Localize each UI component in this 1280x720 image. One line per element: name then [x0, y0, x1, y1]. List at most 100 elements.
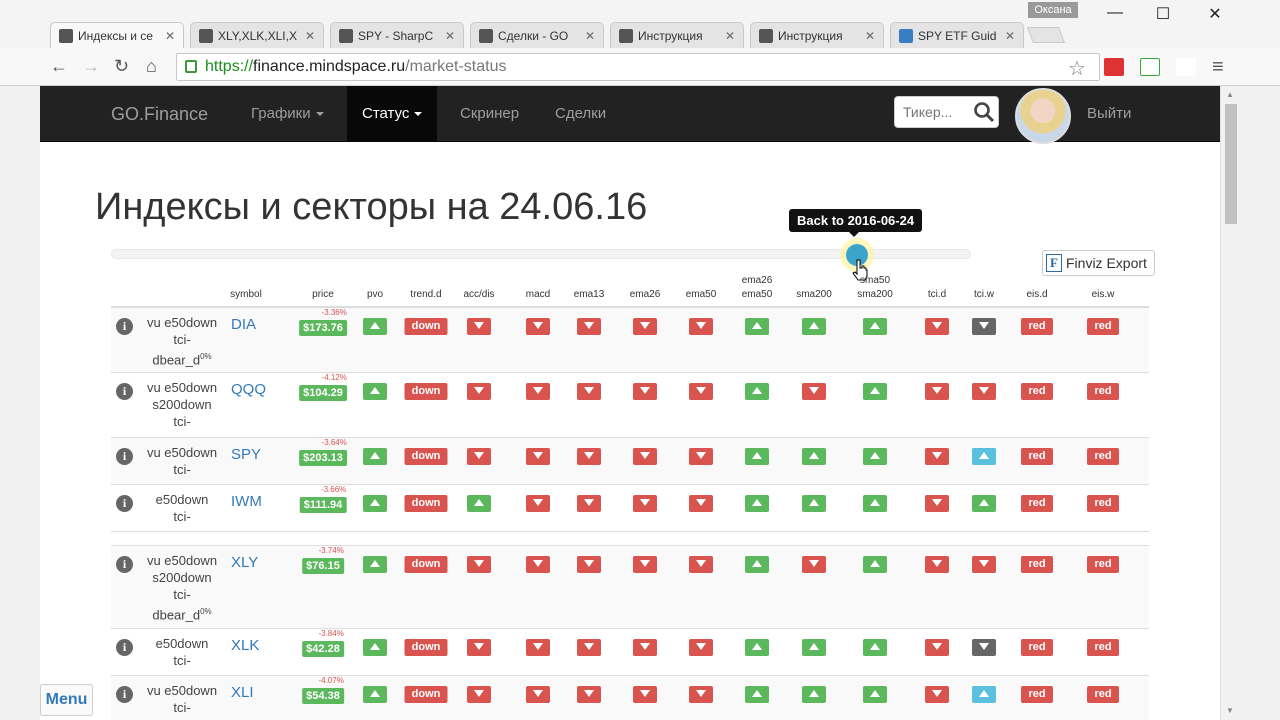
- arrow-down-badge: [467, 383, 491, 400]
- info-icon[interactable]: i: [116, 495, 133, 512]
- info-icon[interactable]: i: [116, 318, 133, 335]
- arrow-up-badge: [363, 448, 387, 465]
- maximize-icon[interactable]: ☐: [1148, 4, 1178, 24]
- column-header[interactable]: acc/dis: [463, 288, 494, 302]
- triangle-down-icon: [640, 690, 650, 698]
- tab-close-icon[interactable]: ✕: [585, 29, 595, 43]
- arrow-up-badge: [363, 639, 387, 656]
- extension-chart-icon[interactable]: [1140, 58, 1160, 76]
- arrow-down-badge: [467, 448, 491, 465]
- menu-hamburger-icon[interactable]: ≡: [1212, 56, 1224, 79]
- price-badge: $173.76: [299, 320, 347, 336]
- tab-close-icon[interactable]: ✕: [305, 29, 315, 43]
- triangle-up-icon: [370, 386, 380, 394]
- symbol-link[interactable]: DIA: [231, 316, 256, 333]
- nav-charts[interactable]: Графики: [236, 86, 339, 142]
- close-window-icon[interactable]: ✕: [1200, 4, 1230, 24]
- column-header[interactable]: trend.d: [410, 288, 441, 302]
- browser-tab[interactable]: XLY,XLK,XLI,X ✕: [190, 22, 324, 48]
- triangle-down-icon: [584, 560, 594, 568]
- date-slider[interactable]: [111, 249, 971, 259]
- nav-deals[interactable]: Сделки: [540, 86, 621, 142]
- column-header[interactable]: macd: [526, 288, 550, 302]
- eis-red-badge: red: [1021, 686, 1053, 703]
- browser-tab[interactable]: SPY - SharpC ✕: [330, 22, 464, 48]
- tab-close-icon[interactable]: ✕: [865, 29, 875, 43]
- triangle-up-icon: [979, 498, 989, 506]
- scroll-down-icon[interactable]: ▼: [1226, 706, 1234, 715]
- arrow-down-badge: [925, 383, 949, 400]
- browser-tab[interactable]: Инструкция ✕: [750, 22, 884, 48]
- arrow-up-badge: [863, 686, 887, 703]
- address-bar[interactable]: https://finance.mindspace.ru/market-stat…: [176, 53, 1100, 81]
- column-header[interactable]: tci.w: [974, 288, 994, 302]
- bookmark-star-icon[interactable]: ☆: [1068, 56, 1086, 81]
- column-header[interactable]: ema50: [686, 288, 717, 302]
- home-icon[interactable]: ⌂: [146, 56, 157, 77]
- column-header[interactable]: eis.w: [1092, 288, 1115, 302]
- browser-tab[interactable]: Индексы и се ✕: [50, 22, 184, 48]
- menu-button[interactable]: Menu: [40, 684, 93, 716]
- nav-screener[interactable]: Скринер: [445, 86, 534, 142]
- column-header[interactable]: sma50 sma200: [857, 274, 893, 302]
- symbol-link[interactable]: SPY: [231, 446, 261, 463]
- arrow-down-badge: [972, 556, 996, 573]
- arrow-up-badge: [802, 495, 826, 512]
- arrow-down-badge: [526, 686, 550, 703]
- arrow-down-badge: [467, 686, 491, 703]
- forward-icon[interactable]: →: [82, 56, 100, 77]
- nav-status[interactable]: Статус: [347, 86, 438, 142]
- extension-rainbow-icon[interactable]: [1176, 58, 1196, 76]
- brand-logo[interactable]: GO.Finance: [111, 104, 208, 125]
- browser-tab[interactable]: SPY ETF Guid ✕: [890, 22, 1024, 48]
- tab-close-icon[interactable]: ✕: [165, 29, 175, 43]
- minimize-icon[interactable]: —: [1100, 4, 1130, 22]
- column-header[interactable]: price: [312, 288, 334, 302]
- triangle-down-icon: [584, 452, 594, 460]
- symbol-link[interactable]: XLY: [231, 554, 258, 571]
- triangle-up-icon: [809, 321, 819, 329]
- arrow-down-badge: [633, 686, 657, 703]
- info-icon[interactable]: i: [116, 448, 133, 465]
- column-header[interactable]: pvo: [367, 288, 383, 302]
- column-header[interactable]: sma200: [796, 288, 832, 302]
- tab-close-icon[interactable]: ✕: [725, 29, 735, 43]
- arrow-down-badge: [526, 639, 550, 656]
- price-cell: -4.12% $104.29: [299, 373, 347, 401]
- search-icon[interactable]: [972, 100, 996, 124]
- reload-icon[interactable]: ↻: [114, 56, 129, 77]
- back-icon[interactable]: ←: [50, 56, 68, 77]
- triangle-up-icon: [809, 451, 819, 459]
- arrow-up-badge: [802, 318, 826, 335]
- chart-icon: [339, 28, 353, 43]
- tab-close-icon[interactable]: ✕: [445, 29, 455, 43]
- column-header[interactable]: symbol: [230, 288, 262, 302]
- browser-tab[interactable]: Инструкция ✕: [610, 22, 744, 48]
- arrow-up-badge: [863, 556, 887, 573]
- symbol-link[interactable]: QQQ: [231, 381, 266, 398]
- info-icon[interactable]: i: [116, 383, 133, 400]
- triangle-up-icon: [752, 451, 762, 459]
- profile-chip[interactable]: Оксана: [1028, 2, 1078, 18]
- symbol-link[interactable]: XLK: [231, 637, 259, 654]
- column-header[interactable]: ema26 ema50: [742, 274, 773, 302]
- scroll-thumb[interactable]: [1225, 104, 1237, 224]
- browser-tab[interactable]: Сделки - GO ✕: [470, 22, 604, 48]
- symbol-link[interactable]: XLI: [231, 684, 254, 701]
- new-tab-button[interactable]: [1027, 27, 1065, 43]
- symbol-link[interactable]: IWM: [231, 493, 262, 510]
- column-header[interactable]: ema26: [630, 288, 661, 302]
- column-header[interactable]: eis.d: [1026, 288, 1047, 302]
- column-header[interactable]: tci.d: [928, 288, 946, 302]
- user-avatar[interactable]: [1015, 88, 1071, 144]
- logout-link[interactable]: Выйти: [1087, 86, 1131, 142]
- info-icon[interactable]: i: [116, 639, 133, 656]
- page-scrollbar[interactable]: ▲ ▼: [1220, 86, 1240, 720]
- info-icon[interactable]: i: [116, 686, 133, 703]
- eis-red-badge: red: [1087, 686, 1119, 703]
- tab-close-icon[interactable]: ✕: [1005, 29, 1015, 43]
- scroll-up-icon[interactable]: ▲: [1226, 90, 1234, 99]
- info-icon[interactable]: i: [116, 556, 133, 573]
- column-header[interactable]: ema13: [574, 288, 605, 302]
- extension-red-icon[interactable]: [1104, 58, 1124, 76]
